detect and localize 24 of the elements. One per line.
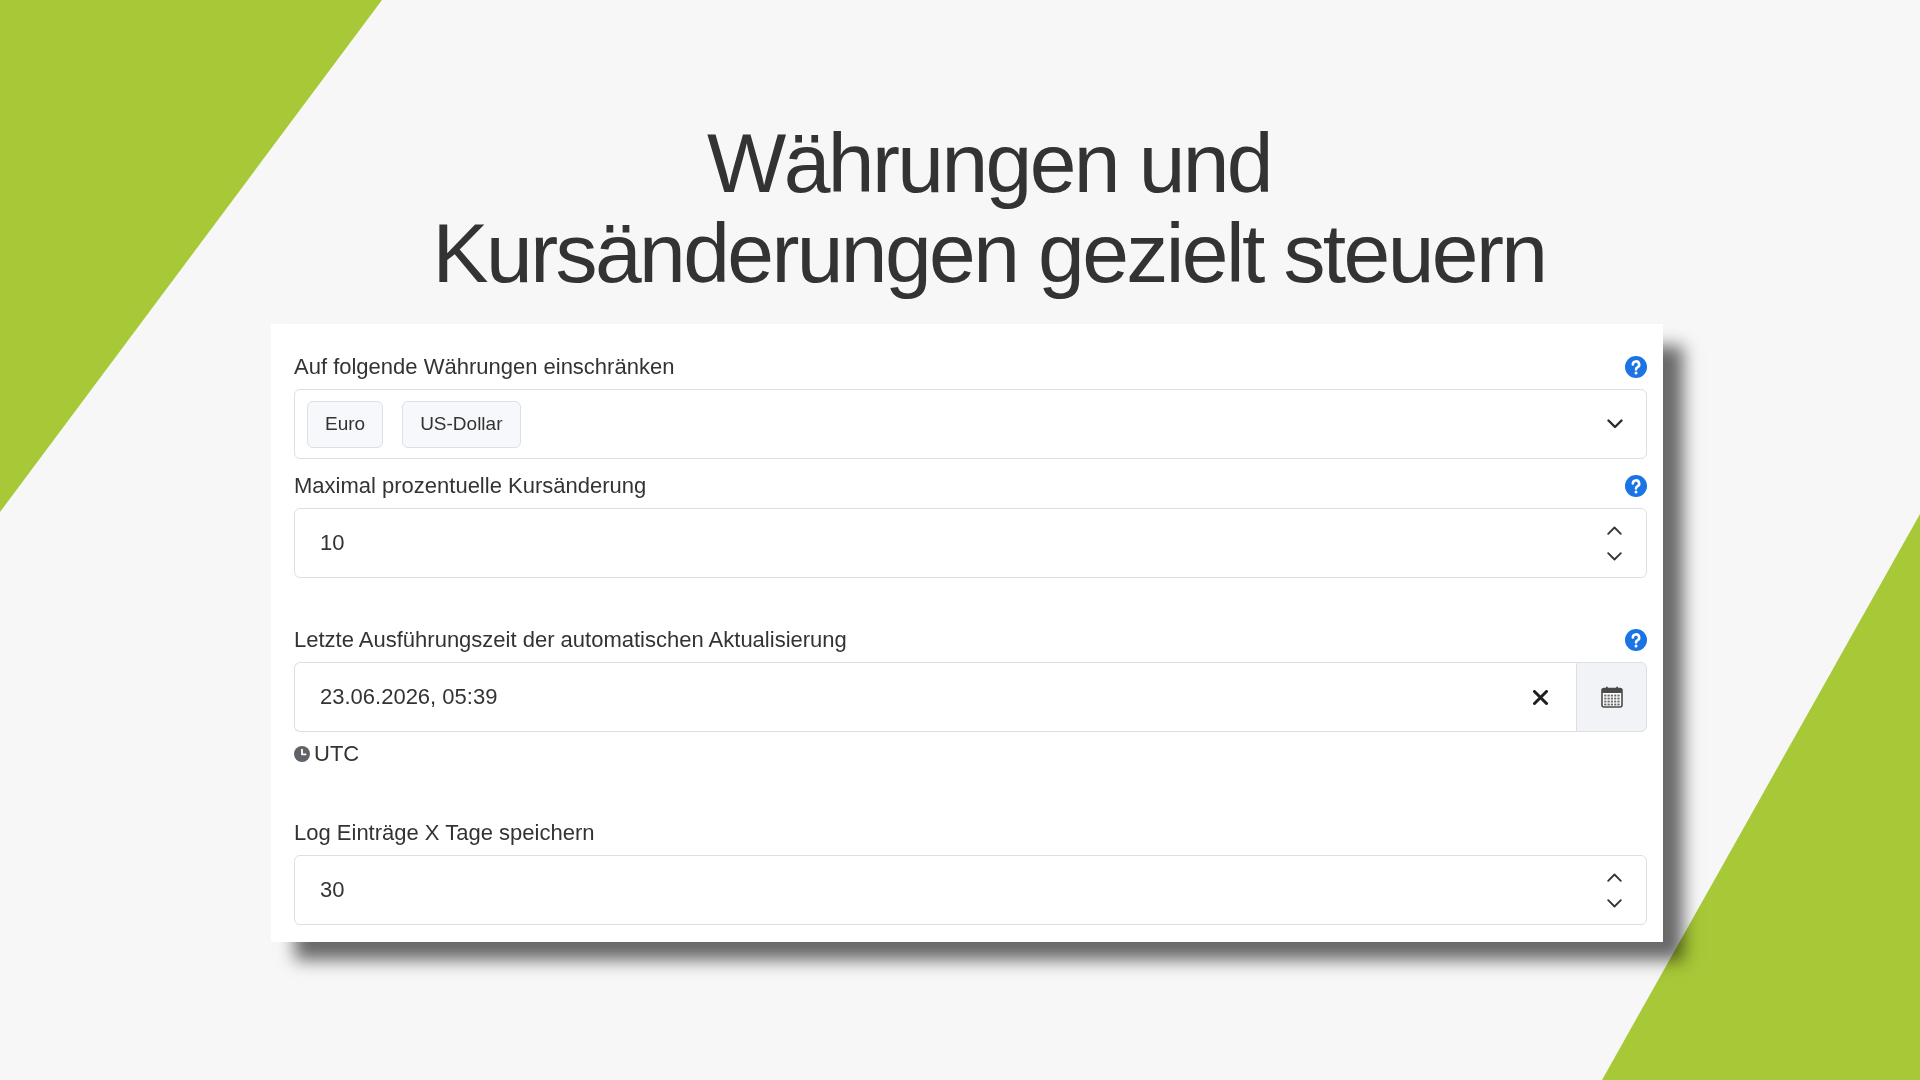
chevron-up-icon[interactable] [1607,525,1622,535]
field-label: Log Einträge X Tage speichern [294,819,595,847]
help-icon[interactable] [1625,629,1647,651]
timezone-label: UTC [314,741,360,767]
currency-tag[interactable]: Euro [307,400,384,448]
field-label: Maximal prozentuelle Kursänderung [294,472,647,500]
number-field[interactable]: 10 [294,508,1647,578]
datetime-field[interactable]: 23.06.2026, 05:39 [294,662,1576,732]
help-icon[interactable] [1625,475,1647,497]
field-label: Auf folgende Währungen einschränken [294,353,675,381]
clear-icon[interactable] [1533,689,1548,705]
calendar-button[interactable] [1576,662,1647,732]
chevron-down-icon[interactable] [1607,419,1623,429]
currency-tag[interactable]: US-Dollar [402,400,521,448]
help-icon[interactable] [1625,356,1647,378]
chevron-up-icon[interactable] [1607,872,1622,882]
chevron-down-icon[interactable] [1607,551,1622,561]
chevron-down-icon[interactable] [1607,898,1622,908]
calendar-icon [1600,686,1623,708]
currency-select[interactable]: Euro US-Dollar [294,389,1647,459]
number-field[interactable]: 30 [294,855,1647,925]
clock-icon [294,746,310,762]
page-title: Währungen und Kursänderungen gezielt steuern [431,118,1547,298]
field-label: Letzte Ausführungszeit der automatischen Aktualisierung [294,626,847,654]
